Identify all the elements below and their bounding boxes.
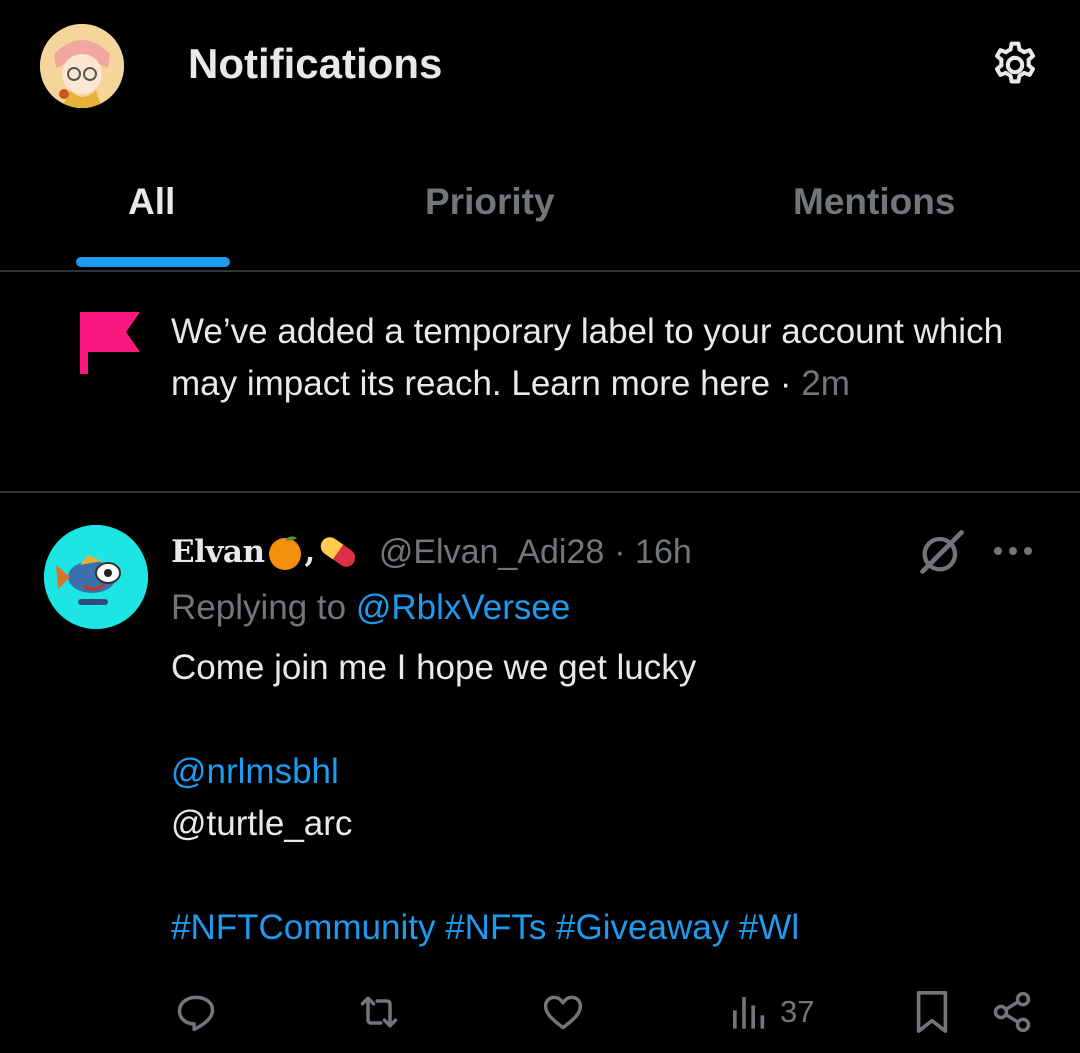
tweet-time: · 16h [614, 532, 692, 571]
reply-button[interactable] [174, 988, 218, 1036]
share-button[interactable] [990, 988, 1034, 1036]
grok-icon [920, 530, 964, 574]
tweet-text: Come join me I hope we get lucky @nrlmsb… [171, 642, 1031, 954]
replying-to-label: Replying to [171, 588, 356, 627]
gear-icon [994, 41, 1036, 84]
replying-to: Replying to @RblxVersee [171, 584, 570, 632]
profile-avatar[interactable] [40, 24, 124, 108]
more-icon [994, 547, 1032, 555]
author-name[interactable]: Elvan [171, 534, 265, 570]
tabs-divider [0, 270, 1080, 272]
share-icon [993, 991, 1031, 1033]
tweet-header: Elvan , @Elvan_Adi28 · 16h [171, 526, 692, 578]
notice-time: 2m [801, 364, 850, 403]
mention-text: @turtle_arc [171, 804, 353, 843]
orange-emoji-icon [268, 536, 301, 570]
flag-icon [78, 310, 142, 376]
author-avatar[interactable] [44, 525, 148, 629]
grok-button[interactable] [916, 526, 968, 578]
label-notification[interactable]: We’ve added a temporary label to your ac… [171, 306, 1021, 410]
views-button[interactable]: 37 [728, 988, 814, 1036]
active-tab-indicator [76, 257, 230, 267]
mention-link[interactable]: @nrlmsbhl [171, 746, 1031, 798]
author-handle[interactable]: @Elvan_Adi28 [379, 533, 604, 572]
views-count: 37 [780, 994, 815, 1029]
pill-emoji-icon [320, 537, 356, 567]
settings-button[interactable] [988, 38, 1042, 92]
tab-all[interactable]: All [128, 178, 175, 226]
tab-mentions[interactable]: Mentions [793, 178, 955, 226]
views-icon [733, 997, 765, 1029]
bookmark-icon [916, 991, 948, 1033]
notification-divider [0, 491, 1080, 493]
tweet-line: Come join me I hope we get lucky [171, 648, 697, 687]
page-title: Notifications [188, 40, 443, 87]
like-button[interactable] [540, 988, 586, 1036]
retweet-icon [360, 996, 398, 1028]
replying-to-handle[interactable]: @RblxVersee [356, 588, 571, 627]
author-name-separator: , [304, 534, 316, 570]
author-avatar-image [44, 525, 148, 629]
more-options-button[interactable] [990, 538, 1036, 564]
profile-avatar-image [40, 24, 124, 108]
tab-priority[interactable]: Priority [425, 178, 555, 226]
reply-icon [177, 995, 215, 1032]
heart-icon [543, 995, 583, 1030]
bookmark-button[interactable] [912, 988, 952, 1036]
hashtags[interactable]: #NFTCommunity #NFTs #Giveaway #Wl [171, 902, 1031, 954]
retweet-button[interactable] [356, 988, 402, 1036]
notice-message: We’ve added a temporary label to your ac… [171, 312, 1004, 403]
